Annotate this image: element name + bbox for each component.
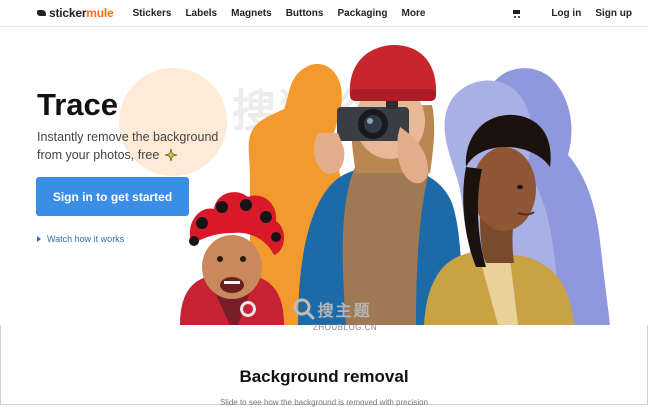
hero-title: Trace [37,87,119,122]
nav-more[interactable]: More [402,8,426,19]
signup-link[interactable]: Sign up [595,8,632,19]
section-description: Slide to see how the background is remov… [219,398,429,407]
login-link[interactable]: Log in [551,8,581,19]
main-nav: Stickers Labels Magnets Buttons Packagin… [133,8,440,19]
logo-text-mule: mule [86,6,114,20]
nav-stickers[interactable]: Stickers [133,8,172,19]
top-navigation: sticker mule Stickers Labels Magnets Butt… [0,0,648,27]
site-watermark: 搜主题 ZHOUBLOG.CN [287,297,377,332]
sign-in-cta-button[interactable]: Sign in to get started [36,177,189,216]
nav-packaging[interactable]: Packaging [337,8,387,19]
mule-icon [37,9,46,17]
hero-section: 搜狗资讯 [0,27,648,325]
account-nav: Log in Sign up [512,8,632,19]
nav-magnets[interactable]: Magnets [231,8,272,19]
hero-photo-collage [180,44,610,325]
hero-subtitle: Instantly remove the background from you… [37,128,222,164]
stickermule-logo[interactable]: sticker mule [37,6,114,20]
section-title: Background removal [239,367,409,386]
watermark-url: ZHOUBLOG.CN [313,323,378,332]
nav-buttons[interactable]: Buttons [286,8,324,19]
sparkle-icon [164,149,177,161]
watch-how-it-works-link[interactable]: Watch how it works [37,234,124,244]
play-icon [37,236,41,242]
cart-icon[interactable] [512,9,522,18]
hero-subtitle-line2: from your photos, free [37,148,160,162]
hero-subtitle-line1: Instantly remove the background [37,130,219,144]
magnifier-icon [293,298,315,320]
watermark-cn: 搜主题 [317,303,372,320]
watch-link-label: Watch how it works [47,234,125,244]
logo-text-sticker: sticker [49,6,87,20]
nav-labels[interactable]: Labels [185,8,217,19]
